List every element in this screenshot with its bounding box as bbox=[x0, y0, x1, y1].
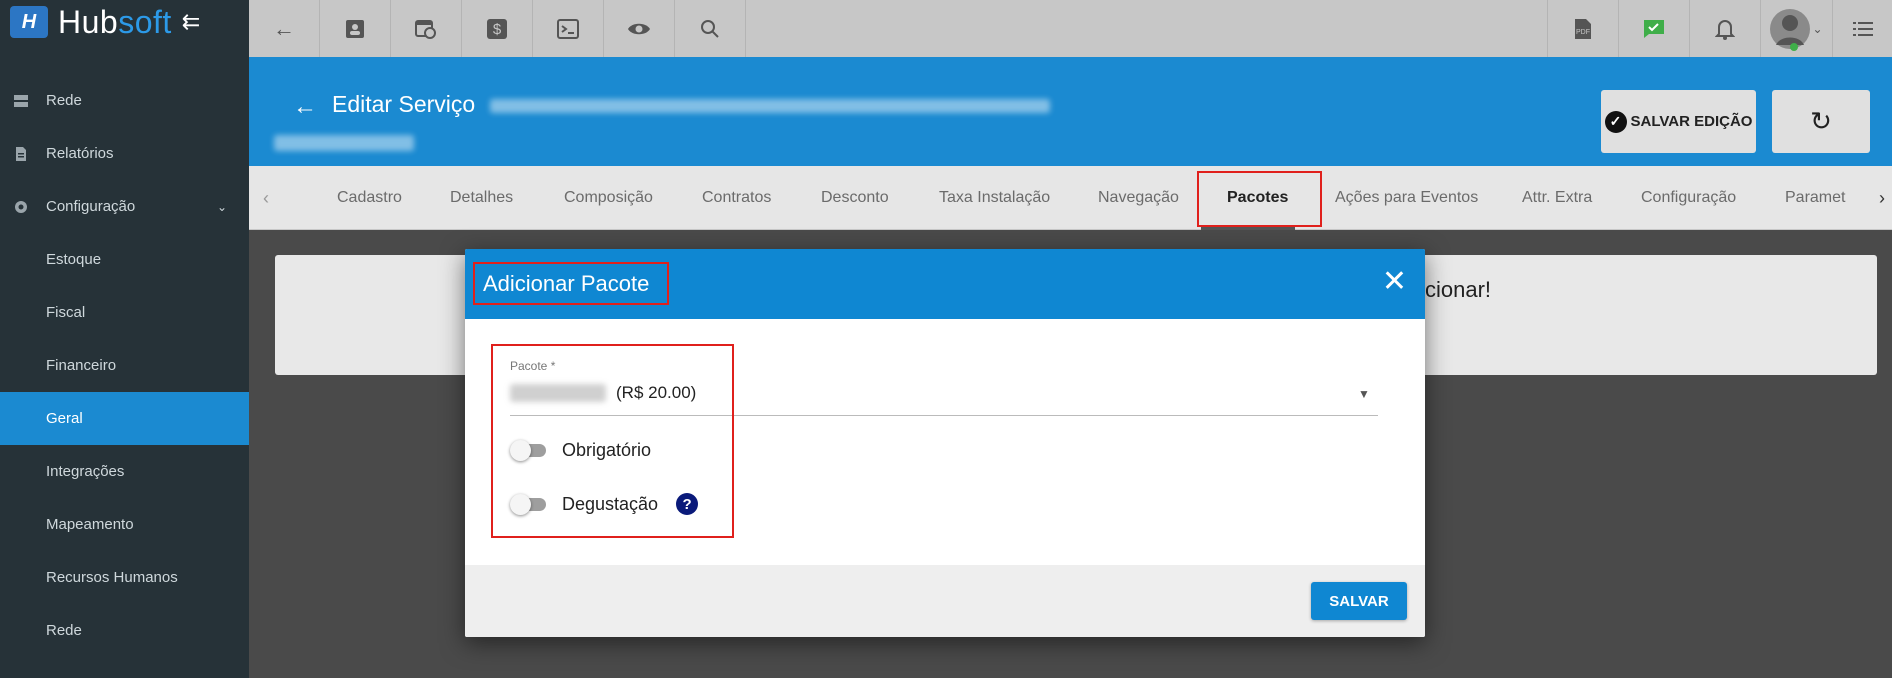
close-icon[interactable]: ✕ bbox=[1382, 267, 1407, 297]
save-edit-button[interactable]: ✓ SALVAR EDIÇÃO bbox=[1601, 90, 1756, 153]
card-message: cionar! bbox=[1425, 277, 1492, 302]
back-icon[interactable]: ← bbox=[249, 0, 320, 57]
sidebar-item-label: Recursos Humanos bbox=[46, 569, 178, 586]
sidebar-item-label: Estoque bbox=[46, 251, 102, 268]
sidebar-item-geral[interactable]: Geral bbox=[0, 392, 249, 445]
logo-icon: H bbox=[10, 6, 48, 38]
sidebar-item-label: Rede bbox=[46, 92, 82, 109]
chevron-down-icon: ⌄ bbox=[216, 199, 227, 214]
sidebar-item-label: Rede bbox=[46, 622, 82, 639]
tab-scroll-right-icon[interactable]: › bbox=[1879, 188, 1885, 209]
sidebar-item-label: Mapeamento bbox=[46, 516, 134, 533]
tab-attr-extra[interactable]: Attr. Extra bbox=[1522, 166, 1592, 230]
server-icon bbox=[14, 94, 28, 107]
back-arrow-icon[interactable]: ← bbox=[293, 93, 317, 121]
page-title: Editar Serviço bbox=[332, 91, 1050, 118]
sidebar: H Hubsoft ⇇ Rede Relatórios Configuração… bbox=[0, 0, 249, 678]
tab-paramet[interactable]: Paramet bbox=[1785, 166, 1845, 230]
sidebar-item-label: Integrações bbox=[46, 463, 125, 480]
calendar-clock-icon[interactable] bbox=[391, 0, 462, 57]
tab-navegacao[interactable]: Navegação bbox=[1098, 166, 1179, 230]
tab-bar: ‹ Cadastro Detalhes Composição Contratos… bbox=[249, 166, 1892, 230]
save-button[interactable]: SALVAR bbox=[1311, 582, 1407, 620]
logo-text: Hubsoft bbox=[58, 3, 172, 40]
tab-composicao[interactable]: Composição bbox=[564, 166, 653, 230]
avatar[interactable]: ⌄ bbox=[1760, 0, 1832, 57]
svg-text:$: $ bbox=[493, 21, 502, 38]
sidebar-item-financeiro[interactable]: Financeiro bbox=[0, 339, 249, 392]
sidebar-item-label: Configuração bbox=[46, 198, 136, 215]
sidebar-item-integracoes[interactable]: Integrações bbox=[0, 445, 249, 498]
svg-text:PDF: PDF bbox=[1576, 29, 1590, 36]
toolbar-right: PDF ⌄ bbox=[1547, 0, 1892, 57]
sidebar-item-estoque[interactable]: Estoque bbox=[0, 233, 249, 286]
sidebar-item-rede-2[interactable]: Rede bbox=[0, 604, 249, 657]
sidebar-item-configuracao[interactable]: Configuração ⌄ bbox=[0, 180, 249, 233]
sidebar-item-rede[interactable]: Rede bbox=[0, 74, 249, 127]
top-toolbar: ← $ PDF ⌄ bbox=[249, 0, 1892, 57]
sidebar-item-recursos-humanos[interactable]: Recursos Humanos bbox=[0, 551, 249, 604]
tab-highlight-box bbox=[1197, 171, 1322, 227]
sidebar-nav: Rede Relatórios Configuração ⌄ Estoque F… bbox=[0, 74, 249, 657]
check-circle-icon: ✓ bbox=[1604, 110, 1627, 133]
page-header: ← Editar Serviço ✓ SALVAR EDIÇÃO ↻ bbox=[249, 57, 1892, 166]
tab-scroll-left-icon[interactable]: ‹ bbox=[263, 188, 269, 209]
sidebar-item-mapeamento[interactable]: Mapeamento bbox=[0, 498, 249, 551]
chevron-down-icon: ⌄ bbox=[1812, 21, 1823, 36]
pdf-icon[interactable]: PDF bbox=[1547, 0, 1618, 57]
chat-check-icon[interactable] bbox=[1618, 0, 1689, 57]
tab-cadastro[interactable]: Cadastro bbox=[337, 166, 402, 230]
dialog-title-highlight-box bbox=[473, 262, 669, 305]
tab-configuracao[interactable]: Configuração bbox=[1641, 166, 1736, 230]
bell-icon[interactable] bbox=[1689, 0, 1760, 57]
dropdown-arrow-icon[interactable]: ▼ bbox=[1358, 387, 1370, 401]
redacted-text bbox=[274, 135, 414, 151]
refresh-button[interactable]: ↻ bbox=[1772, 90, 1870, 153]
tab-contratos[interactable]: Contratos bbox=[702, 166, 771, 230]
sidebar-item-label: Financeiro bbox=[46, 357, 117, 374]
gear-icon bbox=[15, 200, 27, 213]
search-icon[interactable] bbox=[675, 0, 746, 57]
menu-list-icon[interactable] bbox=[1832, 0, 1892, 57]
contact-card-icon[interactable] bbox=[320, 0, 391, 57]
tab-detalhes[interactable]: Detalhes bbox=[450, 166, 513, 230]
dollar-icon[interactable]: $ bbox=[462, 0, 533, 57]
refresh-icon: ↻ bbox=[1810, 106, 1832, 136]
tab-acoes-eventos[interactable]: Ações para Eventos bbox=[1335, 166, 1478, 230]
tab-desconto[interactable]: Desconto bbox=[821, 166, 889, 230]
sidebar-item-fiscal[interactable]: Fiscal bbox=[0, 286, 249, 339]
terminal-icon[interactable] bbox=[533, 0, 604, 57]
dialog-footer: SALVAR bbox=[465, 565, 1425, 637]
sidebar-item-label: Fiscal bbox=[46, 304, 86, 321]
collapse-sidebar-icon[interactable]: ⇇ bbox=[182, 9, 200, 35]
eye-icon[interactable] bbox=[604, 0, 675, 57]
sidebar-item-relatorios[interactable]: Relatórios bbox=[0, 127, 249, 180]
logo-bar: H Hubsoft ⇇ bbox=[0, 0, 249, 44]
sidebar-item-label: Geral bbox=[46, 410, 83, 427]
tab-taxa-instalacao[interactable]: Taxa Instalação bbox=[939, 166, 1050, 230]
form-highlight-box bbox=[491, 344, 734, 538]
sidebar-item-label: Relatórios bbox=[46, 145, 114, 162]
document-icon bbox=[16, 146, 26, 161]
redacted-text bbox=[489, 98, 1050, 113]
